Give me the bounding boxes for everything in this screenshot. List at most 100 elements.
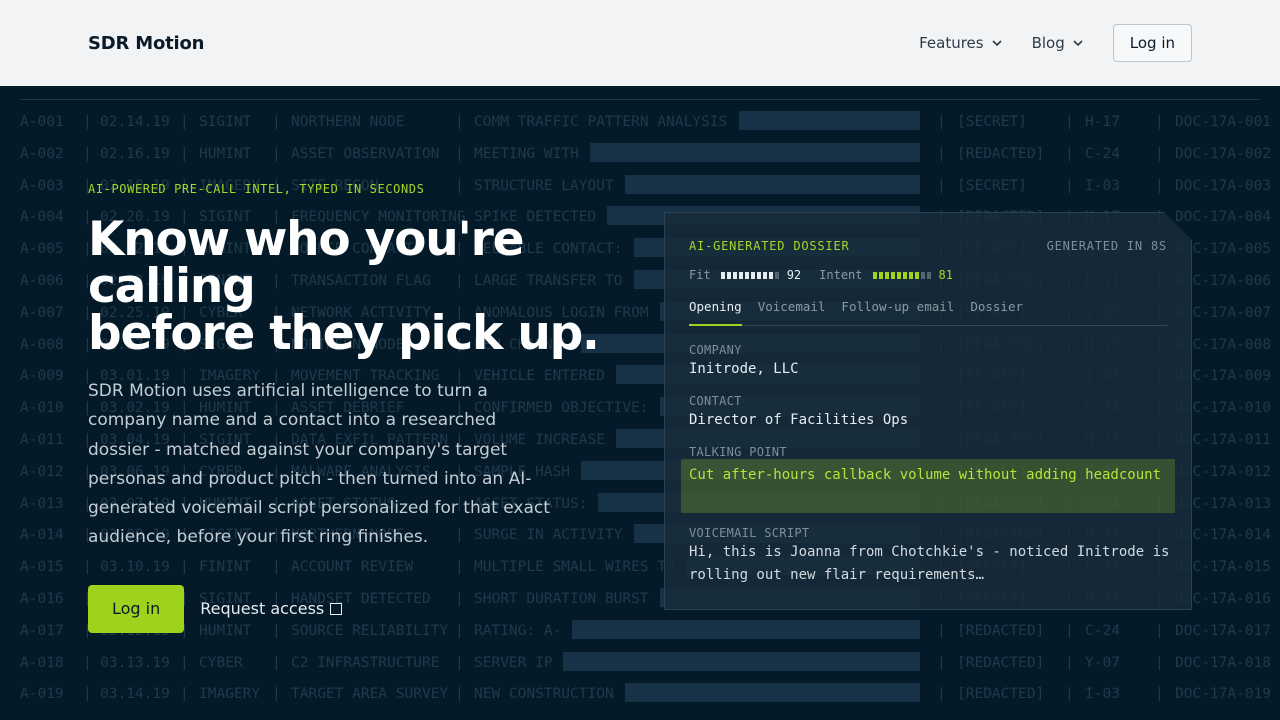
background-table-cell: IMAGERY — [199, 686, 261, 703]
background-table-cell: A-011 — [20, 432, 64, 448]
background-table-row: A-002 02.16.19 HUMINT ASSET OBSERVATION MEET… — [0, 142, 1280, 178]
tab-follow-up-email[interactable]: Follow-up email — [841, 299, 954, 326]
score-segment — [738, 271, 743, 279]
background-table-separator: | — [272, 114, 281, 130]
background-table-cell: NORTHERN NODE — [291, 114, 405, 130]
brand-logo[interactable]: SDR Motion — [88, 33, 204, 54]
background-table-separator: | — [272, 686, 281, 703]
tab-voicemail[interactable]: Voicemail — [758, 299, 826, 326]
background-table-separator: | — [937, 114, 946, 130]
fit-score-bar — [720, 271, 779, 279]
background-table-cell: 02.14.19 — [100, 114, 170, 130]
background-table-cell: A-005 — [20, 241, 64, 258]
background-table-separator: | — [272, 654, 281, 671]
background-table-separator: | — [1065, 114, 1074, 130]
background-table-cell: [REDACTED] — [957, 654, 1045, 671]
hero-headline-line2: before they pick up. — [88, 306, 600, 361]
background-table-separator: | — [1155, 686, 1164, 703]
background-table-cell: C-24 — [1085, 145, 1120, 162]
nav-menu: Features Blog Log in — [919, 24, 1192, 62]
voicemail-script-label: VOICEMAIL SCRIPT — [689, 526, 810, 540]
nav-features-label: Features — [919, 34, 984, 52]
top-nav: SDR Motion Features Blog Log in — [0, 0, 1280, 86]
score-segment — [926, 271, 931, 279]
background-table-cell: A-003 — [20, 177, 64, 194]
background-table-cell: CYBER — [199, 654, 243, 671]
score-segment — [914, 271, 919, 279]
background-table-row: A-001 02.14.19 SIGINT NORTHERN NODE COMM TRA… — [0, 111, 1280, 146]
background-table-separator: | — [937, 177, 946, 194]
background-table-cell: C2 INFRASTRUCTURE — [291, 654, 440, 671]
background-table-cell: A-010 — [20, 400, 64, 417]
background-table-separator: | — [1155, 654, 1164, 671]
score-segment — [902, 271, 907, 279]
background-table-cell: 03.14.19 — [100, 686, 170, 703]
score-segment — [762, 271, 767, 279]
background-table-cell: [SECRET] — [957, 177, 1027, 194]
intent-value: 81 — [938, 268, 953, 282]
company-value: Initrode, LLC — [689, 361, 799, 377]
background-table-cell: DOC-17A-004 — [1175, 209, 1272, 226]
background-table-separator: | — [83, 686, 92, 703]
background-table-row: A-019 03.14.19 IMAGERY TARGET AREA SURVEY NE… — [0, 683, 1280, 718]
hero-section: AI-POWERED PRE-CALL INTEL, TYPED IN SECO… — [88, 180, 648, 633]
background-table-cell: [SECRET] — [957, 114, 1027, 130]
background-table-cell: A-015 — [20, 559, 64, 576]
background-table-cell: 02.16.19 — [100, 145, 170, 162]
background-table-cell: TARGET AREA SURVEY — [291, 686, 449, 703]
background-table-separator: | — [83, 145, 92, 162]
background-table-cell: SIGINT — [199, 114, 252, 130]
background-table-separator: | — [180, 145, 189, 162]
score-segment — [774, 271, 779, 279]
background-table-cell: I-03 — [1085, 686, 1120, 703]
background-table-separator: | — [1155, 622, 1164, 639]
background-table-separator: | — [937, 686, 946, 703]
background-table-separator: | — [83, 114, 92, 130]
dossier-header: AI-GENERATED DOSSIER GENERATED IN 8S — [689, 239, 1167, 253]
redaction-bar — [563, 651, 920, 671]
background-table-cell: I-03 — [1085, 177, 1120, 194]
background-table-separator: | — [180, 686, 189, 703]
nav-features[interactable]: Features — [919, 34, 1004, 52]
score-segment — [896, 271, 901, 279]
background-table-cell: DOC-17A-017 — [1175, 622, 1272, 639]
talking-point-value: Cut after-hours callback volume without … — [681, 459, 1175, 513]
tab-opening[interactable]: Opening — [689, 299, 742, 326]
background-table-separator: | — [1155, 145, 1164, 162]
background-table-cell: [REDACTED] — [957, 622, 1045, 639]
background-table-separator: | — [1065, 622, 1074, 639]
background-table-cell: A-019 — [20, 686, 64, 703]
background-table-cell: A-014 — [20, 527, 64, 544]
external-link-icon — [330, 602, 343, 615]
dossier-card: AI-GENERATED DOSSIER GENERATED IN 8S Fit… — [664, 212, 1192, 610]
background-table-separator: | — [1065, 177, 1074, 194]
hero-login-button[interactable]: Log in — [88, 584, 185, 633]
background-table-separator: | — [937, 654, 946, 671]
background-table-cell: A-002 — [20, 145, 64, 162]
hero-headline-line1: Know who you're calling — [88, 212, 525, 314]
background-table-separator: | — [455, 654, 464, 671]
score-segment — [756, 271, 761, 279]
background-table-cell: DOC-17A-019 — [1175, 686, 1272, 703]
background-table-separator: | — [455, 145, 464, 162]
tab-dossier[interactable]: Dossier — [970, 299, 1023, 326]
background-table-cell: SERVER IP — [474, 654, 553, 671]
background-table-cell: A-016 — [20, 591, 64, 607]
background-table-separator: | — [1065, 145, 1074, 162]
background-table-cell: C-24 — [1085, 622, 1120, 639]
hero-kicker: AI-POWERED PRE-CALL INTEL, TYPED IN SECO… — [88, 182, 425, 196]
fit-value: 92 — [786, 268, 802, 282]
nav-login-button[interactable]: Log in — [1112, 24, 1192, 62]
background-table-cell: DOC-17A-018 — [1175, 654, 1272, 671]
request-access-link[interactable]: Request access — [200, 599, 343, 618]
score-segment — [878, 271, 883, 279]
contact-label: CONTACT — [689, 394, 742, 408]
background-table-separator: | — [180, 654, 189, 671]
background-table-cell: Y-07 — [1085, 654, 1120, 671]
company-label: COMPANY — [689, 343, 742, 357]
background-table-separator: | — [455, 686, 464, 703]
score-segment — [920, 271, 925, 279]
background-table-separator: | — [1065, 654, 1074, 671]
background-table-row: A-018 03.13.19 CYBER C2 INFRASTRUCTURE SERVE… — [0, 651, 1280, 687]
nav-blog[interactable]: Blog — [1032, 34, 1085, 52]
